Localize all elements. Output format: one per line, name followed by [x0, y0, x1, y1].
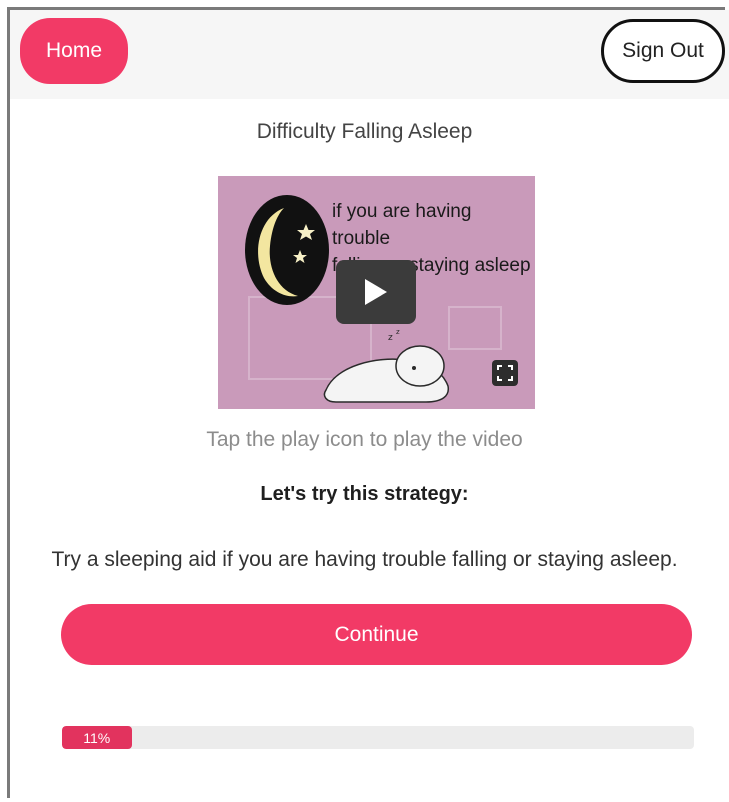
play-button[interactable]	[336, 260, 416, 324]
svg-text:z: z	[388, 333, 393, 343]
svg-text:z: z	[396, 328, 400, 336]
strategy-text: Try a sleeping aid if you are having tro…	[51, 548, 678, 571]
home-button[interactable]: Home	[20, 18, 128, 84]
play-icon	[365, 279, 387, 305]
video-background-shape	[448, 306, 502, 350]
fullscreen-button[interactable]	[492, 360, 518, 386]
progress-bar: 11%	[62, 726, 694, 749]
video-player[interactable]: if you are having trouble falling or sta…	[218, 176, 535, 409]
page-title: Difficulty Falling Asleep	[256, 120, 473, 143]
continue-button[interactable]: Continue	[61, 604, 692, 665]
sign-out-button[interactable]: Sign Out	[601, 19, 725, 83]
fullscreen-icon	[497, 365, 513, 381]
progress-fill: 11%	[62, 726, 132, 749]
video-hint: Tap the play icon to play the video	[206, 428, 523, 451]
video-caption-line: if you are having trouble	[332, 201, 472, 249]
moon-icon	[245, 195, 329, 305]
sleeping-person-illustration: z z	[323, 328, 450, 403]
strategy-heading: Let's try this strategy:	[260, 483, 469, 505]
